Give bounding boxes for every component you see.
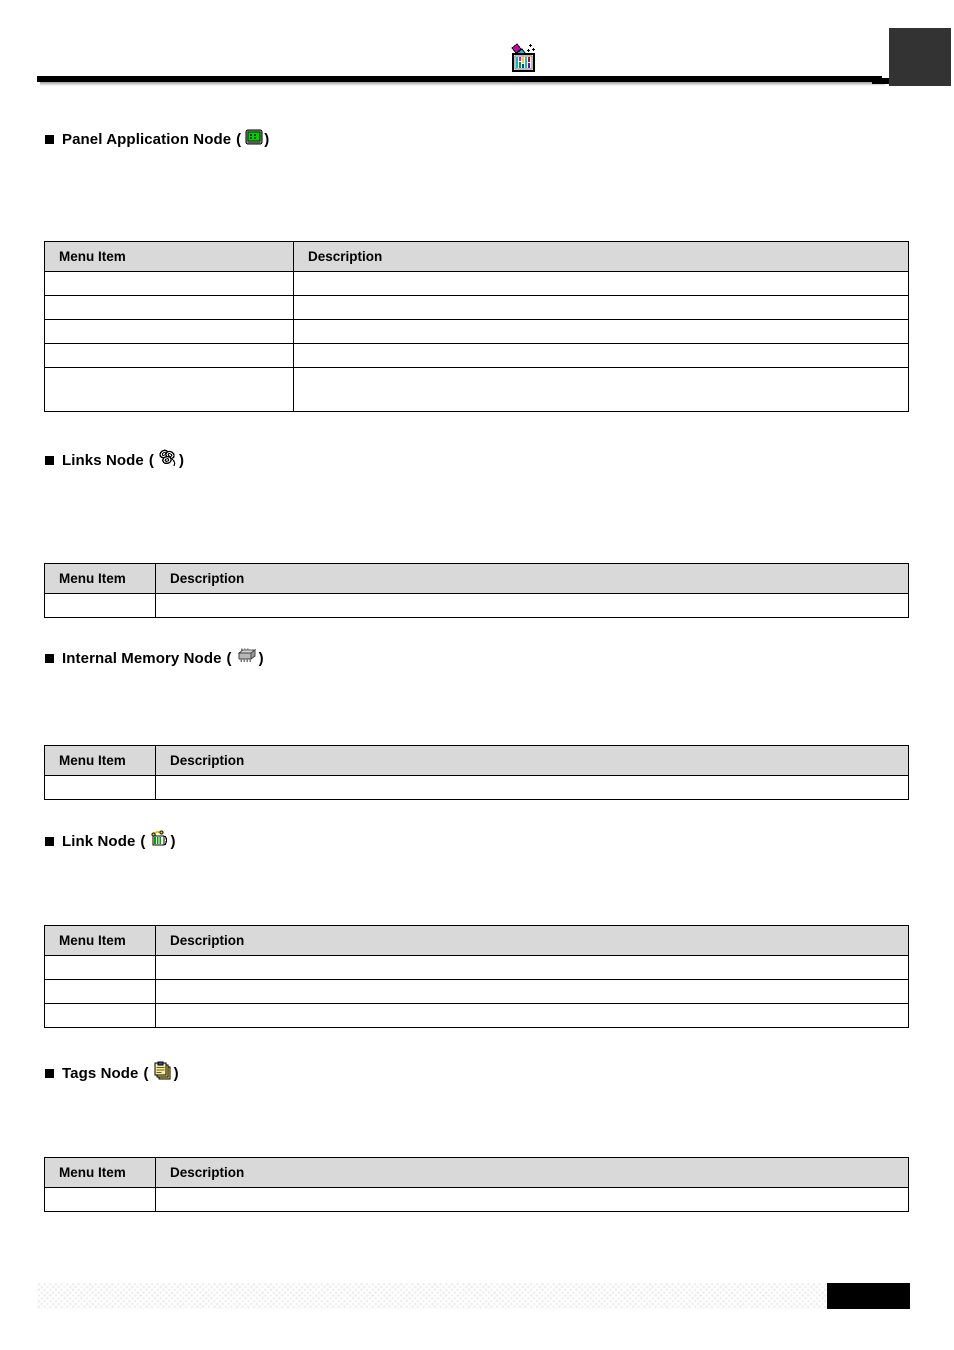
table-header-row: Menu Item Description <box>44 241 909 272</box>
table-row <box>44 593 909 618</box>
paren-open: ( <box>148 451 154 469</box>
heading-tags-node: Tags Node ( ) <box>45 1061 179 1085</box>
paren-close: ) <box>173 1064 179 1082</box>
column-header-description: Description <box>155 925 909 956</box>
heading-title: Panel Application Node <box>62 130 232 148</box>
table-row <box>44 367 909 412</box>
heading-title: Internal Memory Node <box>62 649 222 667</box>
cell-menu-item <box>44 775 156 800</box>
table-row <box>44 775 909 800</box>
table-row <box>44 979 909 1004</box>
table-link-node: Menu Item Description <box>44 925 909 1028</box>
table-row <box>44 271 909 296</box>
paren-close: ) <box>264 130 270 148</box>
table-header-row: Menu Item Description <box>44 563 909 594</box>
column-header-menu-item: Menu Item <box>44 745 156 776</box>
table-header-row: Menu Item Description <box>44 745 909 776</box>
paren-close: ) <box>258 649 264 667</box>
cell-description <box>293 295 909 320</box>
cell-menu-item <box>44 1187 156 1212</box>
paren-close: ) <box>170 832 176 850</box>
table-links-node: Menu Item Description <box>44 563 909 618</box>
cell-description <box>155 1187 909 1212</box>
table-row <box>44 955 909 980</box>
column-header-description: Description <box>293 241 909 272</box>
heading-title: Tags Node <box>62 1064 139 1082</box>
table-row <box>44 319 909 344</box>
column-header-description: Description <box>155 563 909 594</box>
table-row <box>44 295 909 320</box>
table-tags-node: Menu Item Description <box>44 1157 909 1212</box>
paren-open: ( <box>226 649 232 667</box>
column-header-menu-item: Menu Item <box>44 563 156 594</box>
cell-description <box>293 271 909 296</box>
cell-menu-item <box>44 295 294 320</box>
column-header-description: Description <box>155 745 909 776</box>
cell-menu-item <box>44 319 294 344</box>
footer-page-block <box>827 1283 910 1309</box>
cell-menu-item <box>44 979 156 1004</box>
cell-menu-item <box>44 593 156 618</box>
chain-links-icon <box>158 448 178 472</box>
cell-description <box>155 593 909 618</box>
heading-title: Link Node <box>62 832 136 850</box>
cell-menu-item <box>44 955 156 980</box>
memory-chip-icon <box>236 647 258 669</box>
cell-description <box>155 775 909 800</box>
table-row <box>44 343 909 368</box>
page-header <box>0 0 954 100</box>
heading-links-node: Links Node ( ) <box>45 448 184 472</box>
column-header-menu-item: Menu Item <box>44 1157 156 1188</box>
cell-description <box>155 979 909 1004</box>
bullet-square-icon <box>45 1068 54 1078</box>
cell-menu-item <box>44 271 294 296</box>
header-corner-block <box>889 28 951 86</box>
cell-menu-item <box>44 1003 156 1028</box>
table-header-row: Menu Item Description <box>44 1157 909 1188</box>
cell-description <box>293 343 909 368</box>
cell-description <box>293 367 909 412</box>
heading-title: Links Node <box>62 451 144 469</box>
cell-description <box>293 319 909 344</box>
terminal-connector-green-icon <box>150 829 170 853</box>
bullet-square-icon <box>45 836 54 846</box>
heading-internal-memory-node: Internal Memory Node ( ) <box>45 647 264 669</box>
table-header-row: Menu Item Description <box>44 925 909 956</box>
cell-description <box>155 955 909 980</box>
column-header-description: Description <box>155 1157 909 1188</box>
design-palette-icon <box>508 42 538 74</box>
table-row <box>44 1003 909 1028</box>
footer-bar <box>37 1283 867 1309</box>
paren-open: ( <box>140 832 146 850</box>
bullet-square-icon <box>45 134 54 144</box>
column-header-menu-item: Menu Item <box>44 241 294 272</box>
column-header-menu-item: Menu Item <box>44 925 156 956</box>
paren-open: ( <box>143 1064 149 1082</box>
paren-open: ( <box>236 130 242 148</box>
table-internal-memory-node: Menu Item Description <box>44 745 909 800</box>
stacked-tags-yellow-icon <box>153 1061 173 1085</box>
heading-link-node: Link Node ( ) <box>45 829 176 853</box>
cell-description <box>155 1003 909 1028</box>
header-divider-rule <box>37 76 885 86</box>
bullet-square-icon <box>45 653 54 663</box>
cell-menu-item <box>44 343 294 368</box>
table-panel-application-node: Menu Item Description <box>44 241 909 412</box>
table-row <box>44 1187 909 1212</box>
bullet-square-icon <box>45 455 54 465</box>
paren-close: ) <box>178 451 185 469</box>
panel-display-green-icon <box>245 128 263 150</box>
cell-menu-item <box>44 367 294 412</box>
heading-panel-application-node: Panel Application Node ( ) <box>45 128 269 150</box>
